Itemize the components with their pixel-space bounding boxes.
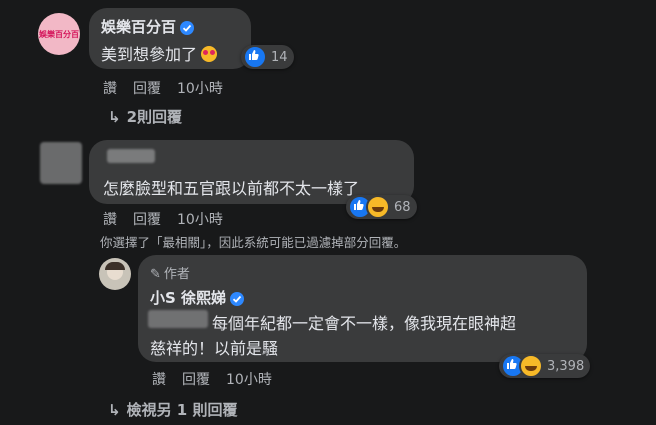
view-replies-link[interactable]: ↳ 2則回覆 [108, 106, 182, 127]
reply-actions: 讚回覆 10小時 [152, 369, 288, 389]
reply-bubble: ✎ 作者 小S 徐熙娣 每個年紀都一定會不一樣，像我現在眼神超 慈祥的！以前是騷 [138, 255, 587, 362]
haha-icon [519, 354, 543, 378]
comment-text: 怎麼臉型和五官跟以前都不太一樣了 [103, 179, 360, 198]
reaction-summary-2[interactable]: 68 [346, 195, 417, 219]
avatar-anonymous[interactable] [40, 142, 82, 184]
reaction-summary-3[interactable]: 3,398 [499, 354, 591, 378]
like-button[interactable]: 讚 [152, 372, 166, 388]
comment-bubble-1: 娛樂百分百 美到想參加了 [89, 8, 251, 69]
reply-button[interactable]: 回覆 [133, 81, 161, 97]
view-more-replies-link[interactable]: ↳ 檢視另 1 則回覆 [108, 399, 237, 420]
timestamp[interactable]: 10小時 [226, 372, 272, 388]
haha-icon [366, 195, 390, 219]
reply-text-line1: 每個年紀都一定會不一樣，像我現在眼神超 [212, 314, 517, 333]
like-button[interactable]: 讚 [103, 212, 117, 228]
filter-notice: 你選擇了「最相關」，因此系統可能已過濾掉部分回覆。 [100, 235, 407, 250]
comment-actions-2: 讚回覆 10小時 [103, 209, 239, 229]
avatar-logo-text: 娛樂百分百 [39, 29, 79, 39]
reply-arrow-icon: ↳ [108, 108, 121, 126]
comment-actions-1: 讚回覆 10小時 [103, 78, 239, 98]
pencil-icon: ✎ [150, 267, 161, 282]
like-icon [243, 45, 267, 69]
reply-text-line2: 慈祥的！以前是騷 [150, 339, 279, 358]
verified-icon [180, 20, 195, 35]
reply-button[interactable]: 回覆 [182, 372, 210, 388]
reaction-count: 3,398 [547, 358, 585, 374]
author-badge: ✎ 作者 [150, 267, 190, 282]
timestamp[interactable]: 10小時 [177, 212, 223, 228]
reaction-count: 68 [394, 199, 411, 215]
reply-arrow-icon: ↳ [108, 401, 121, 419]
reply-button[interactable]: 回覆 [133, 212, 161, 228]
reply-author[interactable]: 小S 徐熙娣 [150, 289, 226, 307]
comment-text: 美到想參加了 [101, 41, 218, 65]
blurred-author-name [107, 149, 155, 163]
timestamp[interactable]: 10小時 [177, 81, 223, 97]
reaction-count: 14 [271, 49, 288, 65]
heart-eyes-emoji-icon [201, 46, 218, 62]
blurred-mention [148, 310, 208, 328]
avatar-entertainment[interactable]: 娛樂百分百 [38, 13, 80, 55]
avatar-author[interactable] [99, 258, 131, 290]
reaction-summary-1[interactable]: 14 [241, 45, 294, 69]
like-button[interactable]: 讚 [103, 81, 117, 97]
verified-icon [230, 291, 245, 306]
comment-author[interactable]: 娛樂百分百 [101, 18, 176, 36]
